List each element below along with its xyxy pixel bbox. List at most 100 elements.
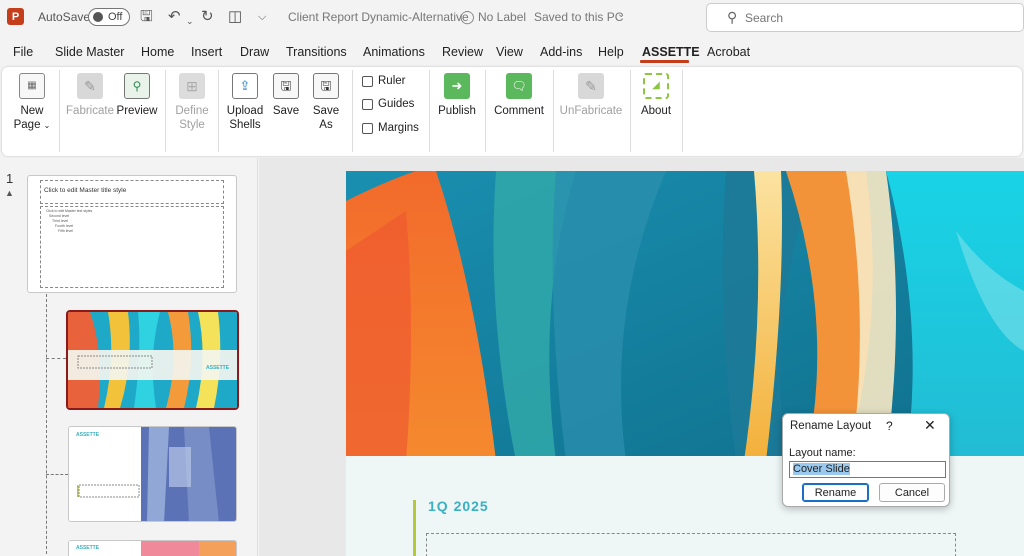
new-page-icon: ▦ [19, 73, 45, 99]
tab-add-ins[interactable]: Add-ins [540, 45, 582, 59]
present-icon[interactable]: ◫ [228, 8, 242, 26]
search-input[interactable] [745, 11, 945, 25]
ribbon-tabs: File Slide Master Home Insert Draw Trans… [0, 41, 1024, 65]
cover-slide-thumbnail[interactable]: ASSETTE [66, 310, 239, 410]
fabricate-icon: ✎ [77, 73, 103, 99]
cancel-button-label: Cancel [894, 486, 930, 499]
save-icon: 🖫 [273, 73, 299, 99]
define-style-button[interactable]: ⊞ Define Style [172, 71, 212, 132]
layout-thumbnail-three[interactable]: ASSETTE [68, 540, 237, 556]
redo-icon[interactable]: ↻ [201, 8, 214, 26]
shield-icon: ◯ [460, 9, 475, 24]
comment-button[interactable]: 🗨 Comment [490, 71, 548, 118]
comment-label: Comment [494, 105, 544, 117]
about-label: About [640, 105, 672, 117]
define-style-label-2: Style [179, 119, 205, 131]
tab-home[interactable]: Home [141, 45, 174, 59]
slide-master-thumbnail[interactable]: Click to edit Master title style Click t… [27, 175, 237, 293]
body-level-5: Fifth level [58, 229, 73, 233]
save-icon[interactable]: 🖫 [140, 8, 153, 26]
ribbon: ▦ New Page ⌄ ✎ Fabricate ⚲ Preview ⊞ Def… [2, 67, 1022, 156]
dialog-title: Rename Layout [790, 420, 872, 432]
comment-icon: 🗨 [506, 73, 532, 99]
save-as-label-1: Save [312, 105, 340, 117]
guides-checkbox[interactable]: Guides [362, 98, 414, 110]
margins-checkbox[interactable]: Margins [362, 122, 419, 134]
cancel-button[interactable]: Cancel [879, 483, 945, 502]
pin-icon: ▲ [5, 188, 14, 198]
thumbnail-logo: ASSETTE [206, 365, 230, 371]
save-status[interactable]: Saved to this PC [534, 10, 623, 24]
rename-layout-dialog: Rename Layout ? ✕ Layout name: Cover Sli… [782, 413, 950, 507]
checkbox-box[interactable] [362, 122, 373, 134]
sensitivity-label[interactable]: No Label [478, 10, 526, 24]
tab-animations[interactable]: Animations [363, 45, 425, 59]
accent-bar [413, 500, 416, 556]
unfabricate-button[interactable]: ✎ UnFabricate [558, 71, 624, 118]
ruler-checkbox[interactable]: Ruler [362, 75, 405, 87]
tab-view[interactable]: View [496, 45, 523, 59]
slide-number: 1 [6, 171, 14, 186]
autosave-toggle[interactable]: Off [88, 8, 130, 26]
guides-label: Guides [378, 98, 415, 110]
search-box[interactable]: ⚲ [706, 3, 1024, 32]
new-page-label-1: New [20, 105, 44, 117]
active-tab-underline [640, 60, 689, 63]
tree-connector [46, 358, 66, 359]
tab-assette[interactable]: ASSETTE [642, 45, 700, 59]
ribbon-separator [429, 70, 430, 152]
new-page-button[interactable]: ▦ New Page ⌄ [10, 71, 54, 133]
tab-insert[interactable]: Insert [191, 45, 222, 59]
save-label: Save [272, 105, 300, 117]
layout-thumbnail-two[interactable]: ASSETTE [68, 426, 237, 522]
quarter-label[interactable]: 1Q 2025 [428, 498, 489, 514]
ribbon-separator [218, 70, 219, 152]
checkbox-box[interactable] [362, 75, 373, 87]
upload-shells-button[interactable]: ⇪ Upload Shells [224, 71, 266, 132]
publish-button[interactable]: ➜ Publish [434, 71, 480, 118]
toggle-knob [93, 12, 103, 22]
unfabricate-icon: ✎ [578, 73, 604, 99]
ribbon-separator [630, 70, 631, 152]
ribbon-separator [553, 70, 554, 152]
tab-transitions[interactable]: Transitions [286, 45, 347, 59]
thumbnail-logo: ASSETTE [76, 545, 100, 551]
ribbon-separator [485, 70, 486, 152]
layout-name-input[interactable]: Cover Slide [789, 461, 946, 478]
tab-draw[interactable]: Draw [240, 45, 269, 59]
preview-button[interactable]: ⚲ Preview [115, 71, 159, 118]
ribbon-separator [682, 70, 683, 152]
checkbox-box[interactable] [362, 98, 373, 110]
master-body-text: Click to edit Master text styles Second … [46, 209, 92, 234]
close-icon[interactable]: ✕ [924, 417, 936, 434]
help-icon[interactable]: ? [886, 419, 893, 433]
unfabricate-label: UnFabricate [559, 105, 623, 117]
tab-slide-master[interactable]: Slide Master [55, 45, 124, 59]
undo-dropdown-icon[interactable]: ⌄ [186, 12, 194, 30]
undo-icon[interactable]: ↶ [168, 8, 181, 26]
ruler-label: Ruler [378, 75, 406, 87]
master-title-text: Click to edit Master title style [44, 187, 127, 194]
save-as-button[interactable]: 🖫 Save As [306, 71, 346, 132]
tab-acrobat[interactable]: Acrobat [707, 45, 750, 59]
autosave-label: AutoSave [38, 10, 91, 24]
rename-button[interactable]: Rename [802, 483, 869, 502]
customize-qat-icon[interactable]: ⌵ [258, 8, 266, 26]
ribbon-separator [165, 70, 166, 152]
tab-help[interactable]: Help [598, 45, 624, 59]
tab-review[interactable]: Review [442, 45, 483, 59]
define-style-label-1: Define [175, 105, 209, 117]
save-button[interactable]: 🖫 Save [268, 71, 304, 118]
title-placeholder[interactable] [426, 533, 956, 556]
tree-connector [46, 474, 68, 475]
document-title: Client Report Dynamic-Alternative [288, 10, 469, 24]
autosave-state: Off [108, 11, 123, 23]
about-button[interactable]: ◢ About [636, 71, 676, 118]
new-page-label-2: Page ⌄ [13, 119, 51, 131]
chevron-down-icon[interactable]: ⌄ [617, 9, 625, 20]
layout-two-art [69, 427, 236, 521]
tab-file[interactable]: File [13, 45, 33, 59]
slide-thumbnails-pane: 1 ▲ Click to edit Master title style Cli… [0, 158, 258, 556]
fabricate-button[interactable]: ✎ Fabricate [65, 71, 115, 118]
thumbnail-logo: ASSETTE [76, 432, 100, 438]
